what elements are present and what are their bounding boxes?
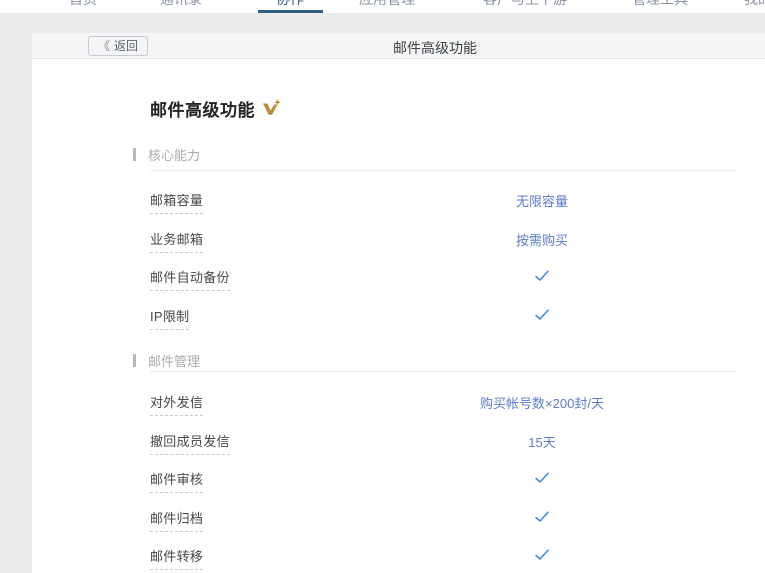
section-title: 邮件管理 bbox=[148, 351, 200, 370]
nav-tab-6[interactable]: 管理工具 bbox=[632, 0, 688, 9]
section-divider bbox=[150, 371, 737, 372]
section-header-2: 邮件管理 bbox=[133, 351, 200, 370]
nav-tab-4[interactable]: 应用管理 bbox=[359, 0, 415, 9]
nav-tab-5[interactable]: 客户与上下游 bbox=[483, 0, 567, 9]
section-bar-icon bbox=[133, 148, 136, 161]
feature-label[interactable]: 邮件归档 bbox=[150, 508, 203, 532]
feature-value: 按需购买 bbox=[516, 230, 568, 249]
section-header-1: 核心能力 bbox=[133, 145, 200, 164]
back-icon: 《 bbox=[98, 39, 110, 53]
feature-value: 购买帐号数×200封/天 bbox=[480, 393, 604, 412]
section-divider bbox=[150, 170, 737, 171]
panel-header: 《返回 邮件高级功能 bbox=[32, 33, 765, 59]
feature-label[interactable]: 业务邮箱 bbox=[150, 229, 203, 253]
feature-label[interactable]: 邮件审核 bbox=[150, 469, 203, 493]
active-tab-underline bbox=[258, 10, 323, 13]
check-icon bbox=[535, 510, 550, 522]
feature-label[interactable]: 对外发信 bbox=[150, 392, 203, 416]
top-nav: 首页 通讯录 协作 应用管理 客户与上下游 管理工具 我的企业 bbox=[0, 0, 765, 13]
feature-label[interactable]: 邮箱容量 bbox=[150, 190, 203, 214]
nav-tab-7[interactable]: 我的企业 bbox=[744, 0, 765, 9]
nav-tab-1[interactable]: 首页 bbox=[69, 0, 97, 9]
feature-value: 无限容量 bbox=[516, 191, 568, 210]
feature-value: 15天 bbox=[528, 432, 555, 451]
back-button-label: 返回 bbox=[114, 39, 138, 53]
feature-label[interactable]: 邮件转移 bbox=[150, 546, 203, 570]
feature-label[interactable]: 邮件自动备份 bbox=[150, 267, 230, 291]
back-button[interactable]: 《返回 bbox=[88, 36, 148, 56]
content-panel: 《返回 邮件高级功能 邮件高级功能 核心能力邮箱容量无限容量业务邮箱按需购买邮件… bbox=[32, 33, 765, 573]
nav-tab-2[interactable]: 通讯录 bbox=[160, 0, 202, 9]
nav-tab-3[interactable]: 协作 bbox=[276, 0, 304, 9]
check-icon bbox=[535, 548, 550, 560]
section-bar-icon bbox=[133, 354, 136, 367]
check-icon bbox=[535, 308, 550, 320]
feature-label[interactable]: IP限制 bbox=[150, 306, 189, 330]
check-icon bbox=[535, 269, 550, 281]
section-title: 核心能力 bbox=[148, 145, 200, 164]
feature-label[interactable]: 撤回成员发信 bbox=[150, 431, 230, 455]
premium-v-icon bbox=[262, 99, 282, 117]
page-title-row: 邮件高级功能 bbox=[150, 96, 282, 121]
panel-header-title: 邮件高级功能 bbox=[393, 38, 477, 58]
page-title: 邮件高级功能 bbox=[150, 96, 255, 121]
check-icon bbox=[535, 471, 550, 483]
